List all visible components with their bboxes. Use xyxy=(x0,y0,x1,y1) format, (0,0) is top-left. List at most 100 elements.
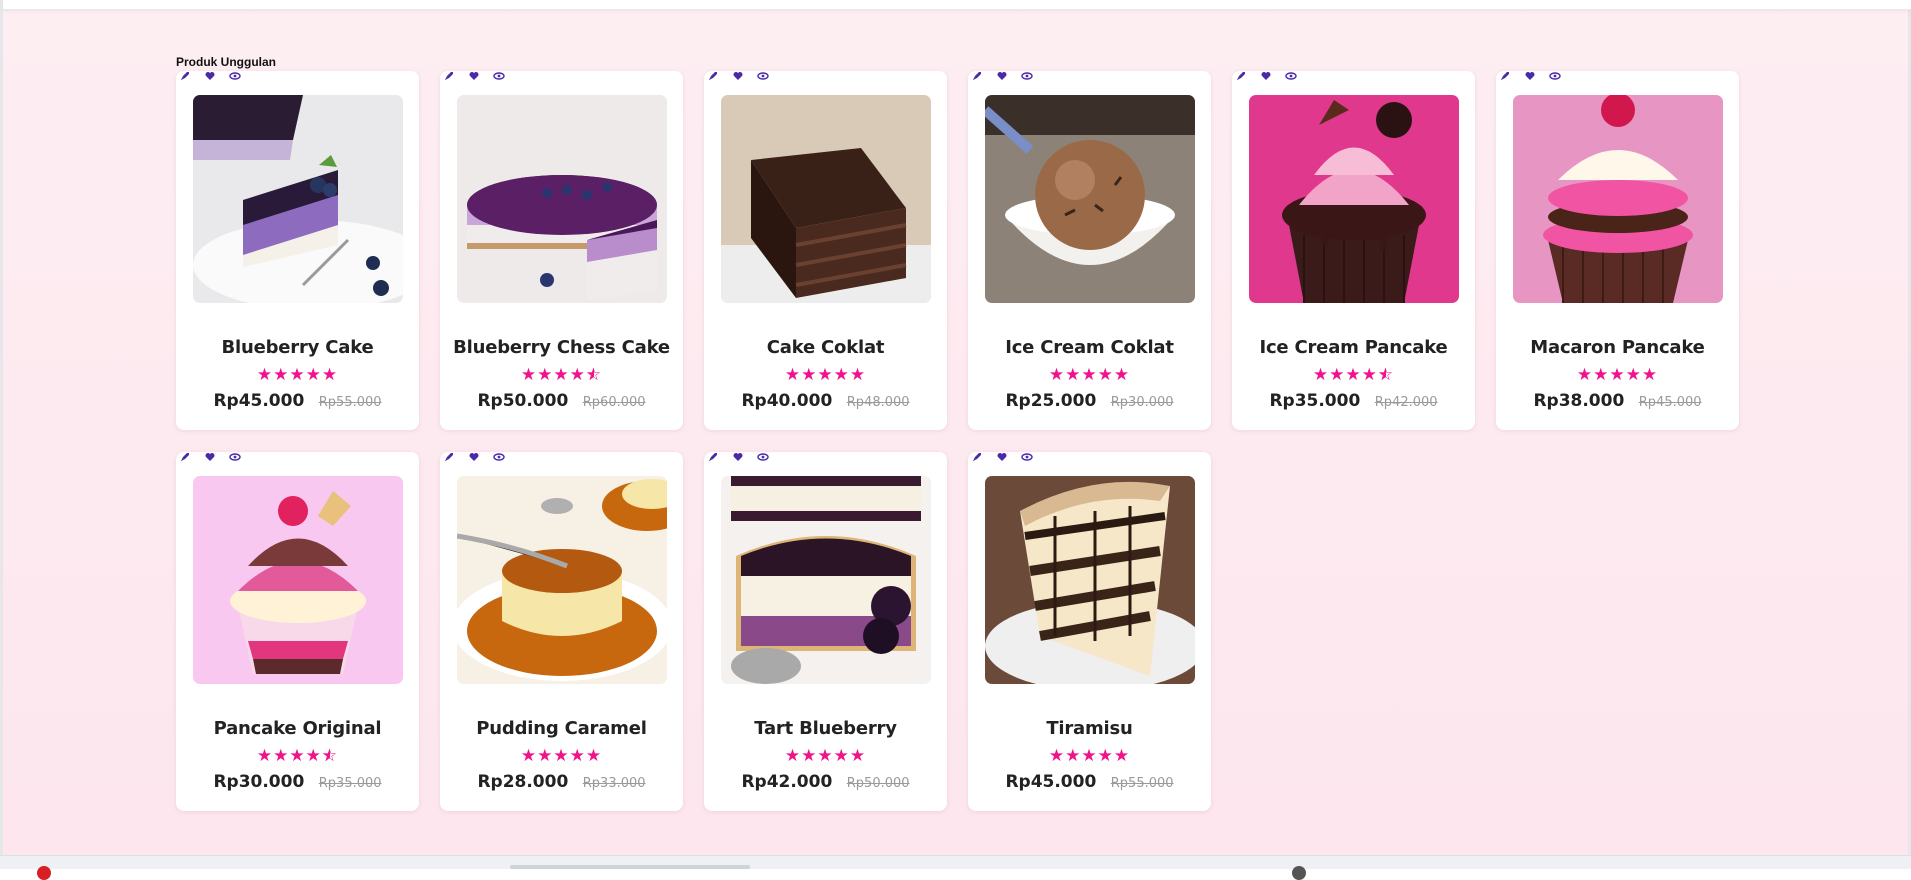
star-full-icon: ★ xyxy=(305,365,322,384)
rocket-icon[interactable] xyxy=(1499,70,1511,82)
product-name[interactable]: Ice Cream Pancake xyxy=(1232,337,1475,358)
product-card[interactable]: Pancake Original ★★★★☆★ Rp30.000 Rp35.00… xyxy=(176,452,419,811)
heart-icon[interactable] xyxy=(468,70,480,82)
price-row: Rp50.000 Rp60.000 xyxy=(440,391,683,411)
product-card[interactable]: Ice Cream Pancake ★★★★☆★ Rp35.000 Rp42.0… xyxy=(1232,71,1475,430)
product-name[interactable]: Pancake Original xyxy=(176,718,419,739)
product-image[interactable] xyxy=(985,476,1195,684)
product-price: Rp40.000 xyxy=(741,391,833,411)
eye-icon[interactable] xyxy=(757,70,769,82)
product-name[interactable]: Tiramisu xyxy=(968,718,1211,739)
product-name[interactable]: Macaron Pancake xyxy=(1496,337,1739,358)
taskbar-item[interactable] xyxy=(510,865,750,869)
product-name[interactable]: Blueberry Chess Cake xyxy=(440,337,683,358)
card-actions xyxy=(1499,70,1561,82)
heart-icon[interactable] xyxy=(732,70,744,82)
eye-icon[interactable] xyxy=(1549,70,1561,82)
product-image[interactable] xyxy=(721,95,931,303)
rocket-icon[interactable] xyxy=(707,451,719,463)
eye-icon[interactable] xyxy=(1021,451,1033,463)
star-full-icon: ★ xyxy=(1048,365,1066,384)
star-half-icon: ☆★ xyxy=(321,746,339,765)
product-card[interactable]: Cake Coklat ★★★★★ Rp40.000 Rp48.000 xyxy=(704,71,947,430)
product-image[interactable] xyxy=(457,476,667,684)
eye-icon[interactable] xyxy=(493,70,505,82)
product-card[interactable]: Pudding Caramel ★★★★★ Rp28.000 Rp33.000 xyxy=(440,452,683,811)
rocket-icon[interactable] xyxy=(443,451,455,463)
heart-icon[interactable] xyxy=(1524,70,1536,82)
old-price: Rp42.000 xyxy=(1374,395,1438,410)
old-price: Rp33.000 xyxy=(582,776,646,791)
rating-stars: ★★★★★ xyxy=(440,746,683,766)
star-full-icon: ★ xyxy=(520,746,538,765)
star-full-icon: ★ xyxy=(1345,365,1362,384)
rocket-icon[interactable] xyxy=(179,451,191,463)
heart-icon[interactable] xyxy=(996,70,1008,82)
star-full-icon: ★ xyxy=(801,746,818,765)
price-row: Rp35.000 Rp42.000 xyxy=(1232,391,1475,411)
rocket-icon[interactable] xyxy=(1235,70,1247,82)
eye-icon[interactable] xyxy=(229,451,241,463)
rating-stars: ★★★★★ xyxy=(176,365,419,385)
rocket-icon[interactable] xyxy=(707,70,719,82)
product-image[interactable] xyxy=(457,95,667,303)
product-image[interactable] xyxy=(1249,95,1459,303)
star-full-icon: ★ xyxy=(1625,365,1642,384)
product-image[interactable] xyxy=(721,476,931,684)
product-image[interactable] xyxy=(985,95,1195,303)
product-card[interactable]: Tiramisu ★★★★★ Rp45.000 Rp55.000 xyxy=(968,452,1211,811)
eye-icon[interactable] xyxy=(757,451,769,463)
product-name[interactable]: Ice Cream Coklat xyxy=(968,337,1211,358)
product-price: Rp42.000 xyxy=(741,772,833,792)
product-image[interactable] xyxy=(193,95,403,303)
eye-icon[interactable] xyxy=(229,70,241,82)
rating-stars: ★★★★☆★ xyxy=(1232,365,1475,385)
heart-icon[interactable] xyxy=(996,451,1008,463)
eye-icon[interactable] xyxy=(1285,70,1297,82)
product-name[interactable]: Cake Coklat xyxy=(704,337,947,358)
rocket-icon[interactable] xyxy=(971,70,983,82)
product-card[interactable]: Tart Blueberry ★★★★★ Rp42.000 Rp50.000 xyxy=(704,452,947,811)
old-price: Rp50.000 xyxy=(846,776,910,791)
star-full-icon: ★ xyxy=(1065,365,1082,384)
old-price: Rp48.000 xyxy=(846,395,910,410)
heart-icon[interactable] xyxy=(204,70,216,82)
product-image[interactable] xyxy=(193,476,403,684)
rating-stars: ★★★★★ xyxy=(968,746,1211,766)
card-actions xyxy=(179,70,241,82)
product-image[interactable] xyxy=(1513,95,1723,303)
eye-icon[interactable] xyxy=(1021,70,1033,82)
heart-icon[interactable] xyxy=(732,451,744,463)
card-actions xyxy=(707,70,769,82)
eye-icon[interactable] xyxy=(493,451,505,463)
star-full-icon: ★ xyxy=(537,746,554,765)
product-card[interactable]: Blueberry Cake ★★★★★ Rp45.000 Rp55.000 xyxy=(176,71,419,430)
product-name[interactable]: Pudding Caramel xyxy=(440,718,683,739)
product-card[interactable]: Blueberry Chess Cake ★★★★☆★ Rp50.000 Rp6… xyxy=(440,71,683,430)
star-full-icon: ★ xyxy=(553,746,570,765)
heart-icon[interactable] xyxy=(468,451,480,463)
star-full-icon: ★ xyxy=(1081,365,1098,384)
star-full-icon: ★ xyxy=(849,746,867,765)
product-name[interactable]: Tart Blueberry xyxy=(704,718,947,739)
star-full-icon: ★ xyxy=(1097,746,1114,765)
app-icon[interactable] xyxy=(37,866,51,880)
star-full-icon: ★ xyxy=(784,746,802,765)
product-card[interactable]: Macaron Pancake ★★★★★ Rp38.000 Rp45.000 xyxy=(1496,71,1739,430)
heart-icon[interactable] xyxy=(1260,70,1272,82)
card-actions xyxy=(707,451,769,463)
app-icon[interactable] xyxy=(1292,866,1306,880)
price-row: Rp42.000 Rp50.000 xyxy=(704,772,947,792)
old-price: Rp55.000 xyxy=(1110,776,1174,791)
product-price: Rp45.000 xyxy=(213,391,305,411)
rocket-icon[interactable] xyxy=(443,70,455,82)
heart-icon[interactable] xyxy=(204,451,216,463)
star-full-icon: ★ xyxy=(537,365,554,384)
star-full-icon: ★ xyxy=(1641,365,1659,384)
star-full-icon: ★ xyxy=(289,746,306,765)
rocket-icon[interactable] xyxy=(179,70,191,82)
product-name[interactable]: Blueberry Cake xyxy=(176,337,419,358)
price-row: Rp40.000 Rp48.000 xyxy=(704,391,947,411)
product-card[interactable]: Ice Cream Coklat ★★★★★ Rp25.000 Rp30.000 xyxy=(968,71,1211,430)
rocket-icon[interactable] xyxy=(971,451,983,463)
